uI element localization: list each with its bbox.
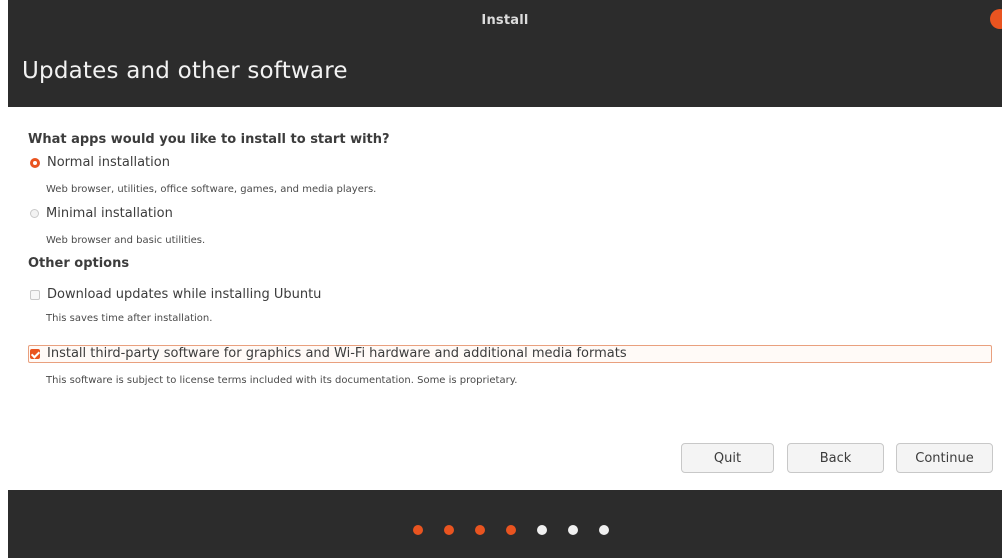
continue-button[interactable]: Continue	[896, 443, 993, 473]
other-options-heading: Other options	[28, 256, 130, 271]
checkbox-unchecked-icon[interactable]	[30, 289, 40, 300]
third-party-software-description: This software is subject to license term…	[46, 375, 518, 386]
normal-installation-label: Normal installation	[47, 155, 170, 170]
progress-dot-complete	[506, 525, 516, 535]
page-header: Updates and other software	[8, 40, 1002, 107]
progress-footer	[8, 490, 1002, 558]
third-party-software-option[interactable]: Install third-party software for graphic…	[30, 346, 627, 361]
normal-installation-description: Web browser, utilities, office software,…	[46, 184, 377, 195]
page-title: Updates and other software	[22, 58, 348, 84]
radio-unselected-icon[interactable]	[30, 209, 39, 218]
progress-dot-pending	[537, 525, 547, 535]
progress-dots	[413, 525, 630, 535]
progress-dot-pending	[599, 525, 609, 535]
radio-selected-icon[interactable]	[30, 157, 40, 168]
checkbox-checked-icon[interactable]	[30, 348, 40, 359]
close-window-button[interactable]	[990, 9, 1002, 29]
download-updates-option[interactable]: Download updates while installing Ubuntu	[30, 287, 321, 302]
apps-section-heading: What apps would you like to install to s…	[28, 132, 390, 147]
minimal-installation-option[interactable]: Minimal installation	[30, 206, 173, 221]
download-updates-label: Download updates while installing Ubuntu	[47, 287, 322, 302]
download-updates-description: This saves time after installation.	[46, 313, 213, 324]
title-bar: Install	[8, 0, 1002, 40]
window-title: Install	[481, 12, 529, 28]
progress-dot-complete	[444, 525, 454, 535]
quit-button[interactable]: Quit	[681, 443, 774, 473]
content-panel: What apps would you like to install to s…	[8, 107, 1002, 490]
minimal-installation-description: Web browser and basic utilities.	[46, 235, 206, 246]
progress-dot-complete	[475, 525, 485, 535]
left-edge	[0, 0, 8, 558]
normal-installation-option[interactable]: Normal installation	[30, 155, 170, 170]
back-button[interactable]: Back	[787, 443, 884, 473]
third-party-software-label: Install third-party software for graphic…	[47, 346, 627, 361]
progress-dot-pending	[568, 525, 578, 535]
minimal-installation-label: Minimal installation	[46, 206, 173, 221]
progress-dot-complete	[413, 525, 423, 535]
installer-window: Install Updates and other software What …	[8, 0, 1002, 558]
